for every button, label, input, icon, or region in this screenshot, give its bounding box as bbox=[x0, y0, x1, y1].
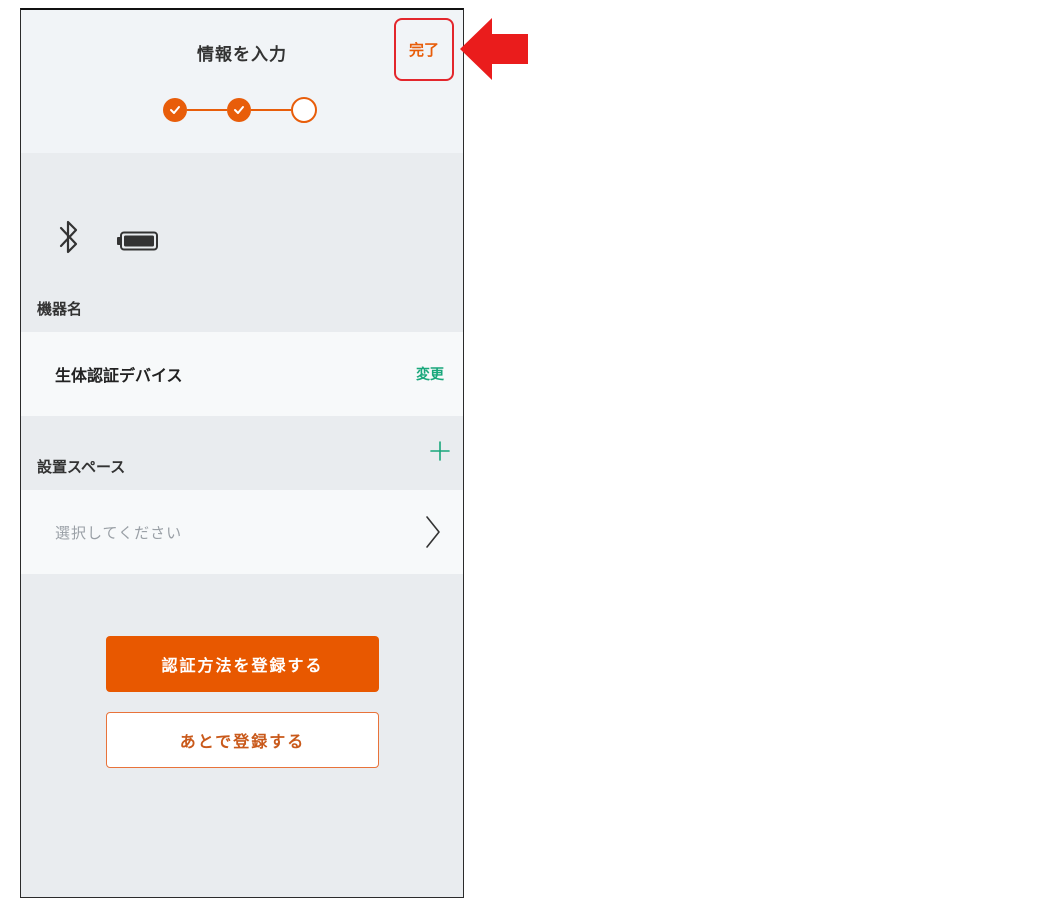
device-name-value: 生体認証デバイス bbox=[55, 366, 183, 385]
progress-stepper bbox=[163, 96, 323, 124]
step-3-circle-icon bbox=[291, 97, 317, 123]
change-name-link[interactable]: 変更 bbox=[416, 364, 444, 384]
red-arrow-annotation-icon bbox=[460, 18, 528, 80]
bluetooth-icon bbox=[59, 220, 78, 254]
step-2-check-icon bbox=[227, 98, 251, 122]
header: 情報を入力 完了 bbox=[21, 10, 463, 153]
device-name-panel: 生体認証デバイス 変更 bbox=[21, 332, 463, 416]
space-select-row[interactable]: 選択してください bbox=[21, 490, 463, 574]
space-label: 設置スペース bbox=[37, 458, 126, 476]
chevron-right-icon bbox=[426, 516, 440, 548]
done-button[interactable]: 完了 bbox=[394, 18, 454, 81]
space-section: 設置スペース bbox=[21, 456, 463, 476]
battery-icon bbox=[117, 231, 158, 251]
phone-screen: 情報を入力 完了 機器名 生体認証デバイス 変更 設置スペース 選択してください… bbox=[20, 8, 464, 898]
step-connector-1 bbox=[187, 109, 227, 111]
space-select-placeholder: 選択してください bbox=[55, 524, 183, 542]
register-auth-button[interactable]: 認証方法を登録する bbox=[106, 636, 379, 692]
device-name-label: 機器名 bbox=[37, 300, 83, 318]
device-status-icons bbox=[57, 218, 177, 258]
device-name-section: 機器名 bbox=[21, 298, 463, 318]
step-1-check-icon bbox=[163, 98, 187, 122]
register-later-button[interactable]: あとで登録する bbox=[106, 712, 379, 768]
step-connector-2 bbox=[251, 109, 291, 111]
